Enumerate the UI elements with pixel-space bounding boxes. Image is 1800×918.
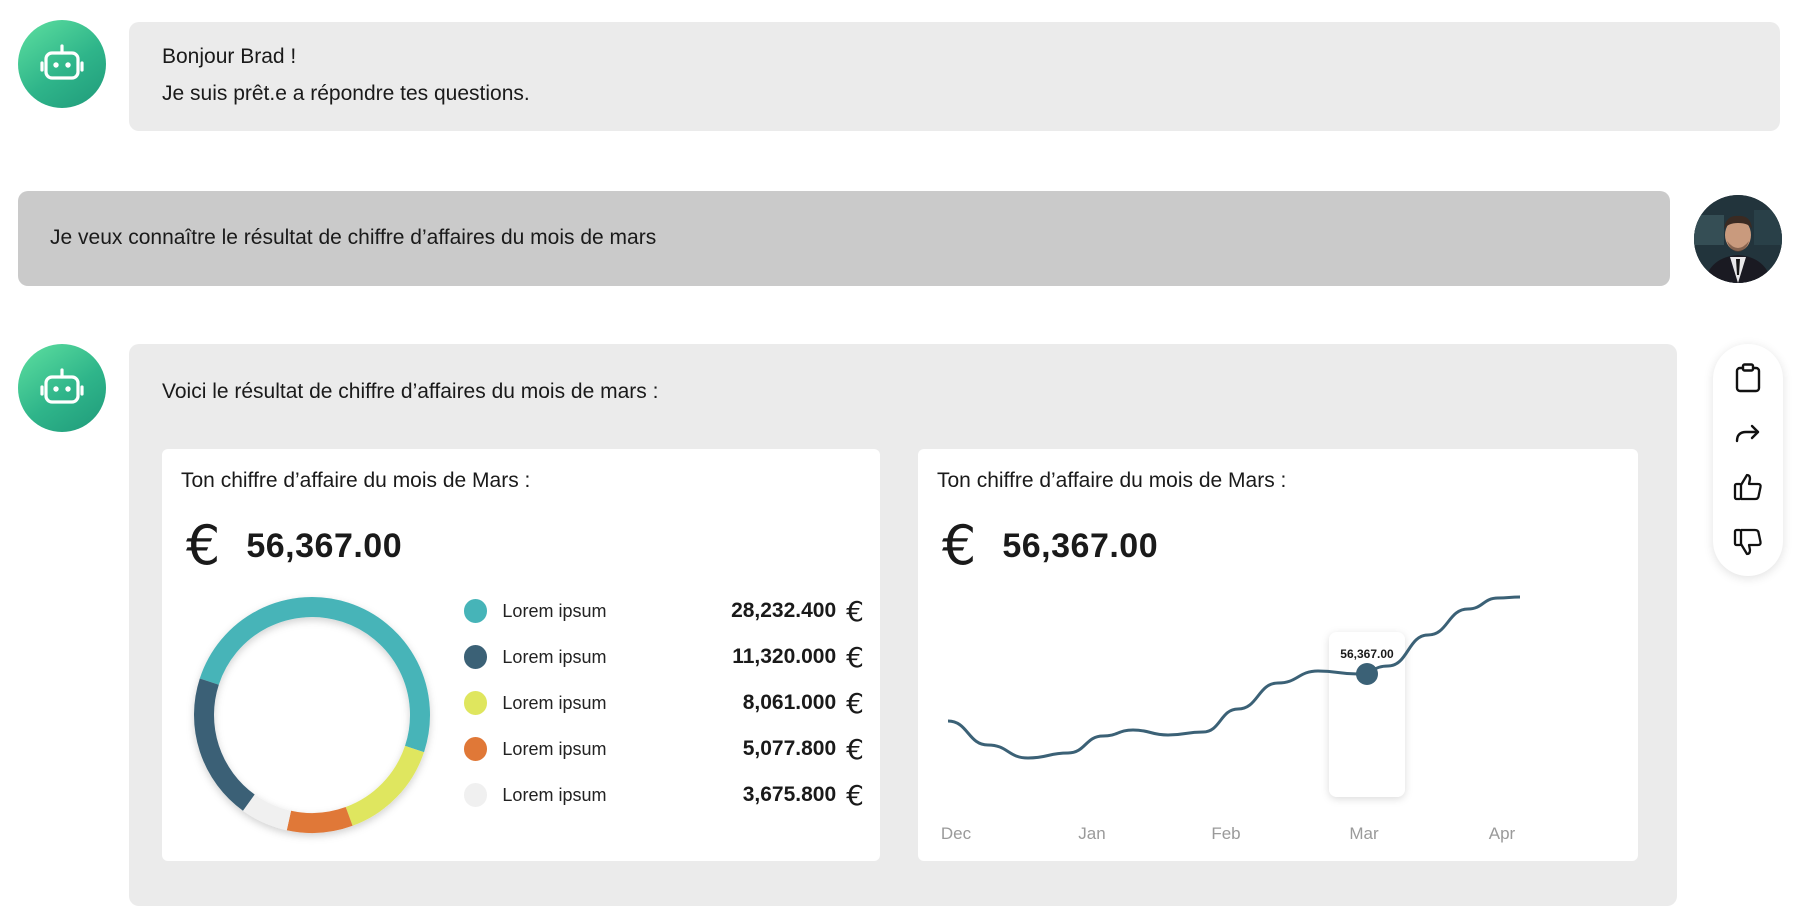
- donut-slice: [194, 597, 430, 833]
- legend-label: Lorem ipsum: [502, 738, 607, 759]
- thumbs-down-icon: [1733, 528, 1762, 555]
- euro-icon: €: [186, 514, 221, 577]
- legend-label: Lorem ipsum: [502, 784, 607, 805]
- greeting-line-2: Je suis prêt.e a répondre tes questions.: [162, 82, 530, 105]
- robot-icon: [40, 368, 84, 404]
- x-tick-label: Jan: [1078, 824, 1105, 843]
- donut-card-title: Ton chiffre d’affaire du mois de Mars :: [181, 469, 531, 492]
- user-message-text: Je veux connaître le résultat de chiffre…: [50, 226, 657, 249]
- highlight-point[interactable]: [1356, 663, 1378, 685]
- donut-total: € 56,367.00: [186, 519, 402, 573]
- dislike-button[interactable]: [1728, 522, 1768, 562]
- share-button[interactable]: [1728, 413, 1768, 453]
- legend-item: Lorem ipsum 3,675.800 €: [464, 778, 864, 812]
- bot-avatar: [18, 20, 106, 108]
- euro-icon: €: [846, 640, 864, 674]
- robot-icon: [40, 44, 84, 80]
- legend-label: Lorem ipsum: [502, 600, 607, 621]
- legend-value: 5,077.800: [742, 737, 837, 760]
- x-tick-label: Dec: [941, 824, 972, 843]
- donut-total-value: 56,367.00: [246, 526, 403, 565]
- donut-slice: [194, 597, 430, 833]
- legend-item: Lorem ipsum 11,320.000 €: [464, 640, 864, 674]
- copy-button[interactable]: [1728, 358, 1768, 398]
- x-tick-label: Feb: [1211, 824, 1240, 843]
- thumbs-up-icon: [1733, 474, 1762, 501]
- legend-label: Lorem ipsum: [502, 646, 607, 667]
- legend-dot: [464, 783, 488, 807]
- donut-legend: Lorem ipsum 28,232.400 € Lorem ipsum 11,…: [464, 594, 864, 816]
- legend-value: 11,320.000: [732, 645, 837, 668]
- donut-slice: [194, 597, 430, 833]
- euro-icon: €: [846, 686, 864, 720]
- legend-value: 8,061.000: [742, 691, 837, 714]
- user-avatar: [1694, 195, 1782, 283]
- bot-reply-text: Voici le résultat de chiffre d’affaires …: [162, 380, 659, 403]
- bot-avatar-reply: [18, 344, 106, 432]
- message-actions: [1713, 344, 1783, 576]
- euro-icon: €: [846, 778, 864, 812]
- legend-dot: [464, 691, 488, 715]
- like-button[interactable]: [1728, 467, 1768, 507]
- x-tick-label: Mar: [1349, 824, 1379, 843]
- legend-label: Lorem ipsum: [502, 692, 607, 713]
- legend-item: Lorem ipsum 8,061.000 €: [464, 686, 864, 720]
- euro-icon: €: [846, 732, 864, 766]
- legend-value: 3,675.800: [742, 783, 837, 806]
- tooltip-value: 56,367.00: [1340, 647, 1394, 661]
- donut-slice: [194, 597, 430, 833]
- euro-icon: €: [846, 594, 864, 628]
- legend-dot: [464, 737, 488, 761]
- greeting-line-1: Bonjour Brad !: [162, 45, 297, 68]
- line-card: Ton chiffre d’affaire du mois de Mars : …: [918, 449, 1638, 861]
- legend-value: 28,232.400: [731, 599, 837, 622]
- series-line: [947, 595, 1521, 760]
- clipboard-icon: [1735, 363, 1761, 393]
- share-icon: [1735, 424, 1760, 442]
- legend-item: Lorem ipsum 5,077.800 €: [464, 732, 864, 766]
- line-chart: Dec Jan Feb Mar Apr 56,367.00: [941, 595, 1521, 843]
- donut-slice: [194, 597, 430, 833]
- legend-dot: [464, 599, 488, 623]
- bot-reply-bubble: Voici le résultat de chiffre d’affaires …: [129, 344, 1677, 906]
- bot-greeting-bubble: Bonjour Brad ! Je suis prêt.e a répondre…: [129, 22, 1780, 131]
- x-tick-label: Apr: [1489, 824, 1516, 843]
- user-photo: [1694, 195, 1782, 283]
- legend-item: Lorem ipsum 28,232.400 €: [464, 594, 864, 628]
- legend-dot: [464, 645, 488, 669]
- user-message-bubble: Je veux connaître le résultat de chiffre…: [18, 191, 1670, 286]
- donut-chart: [194, 597, 430, 833]
- donut-card: Ton chiffre d’affaire du mois de Mars : …: [162, 449, 880, 861]
